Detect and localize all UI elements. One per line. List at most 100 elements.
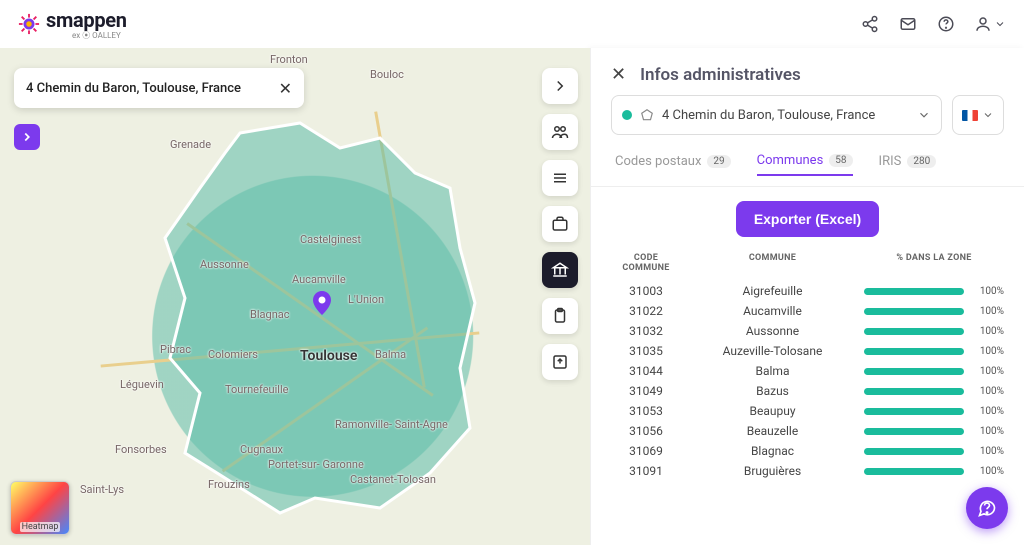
tab-count-badge: 58: [829, 154, 852, 167]
cell-code: 31003: [611, 284, 681, 298]
address-selector[interactable]: 4 Chemin du Baron, Toulouse, France: [611, 95, 942, 135]
map-pane[interactable]: FrontonBoulocGrenadeCastelginestAussonne…: [0, 48, 590, 545]
map-tool-bars-icon[interactable]: [542, 160, 578, 196]
panel-header: ✕ Infos administratives: [591, 48, 1024, 95]
map-tool-bank-icon[interactable]: [542, 252, 578, 288]
map-city-label: Blagnac: [250, 308, 290, 321]
header-actions: [860, 14, 1006, 34]
map-city-label: Saint-Lys: [80, 483, 124, 496]
help-icon[interactable]: [936, 14, 956, 34]
table-row: 31049Bazus 100%: [591, 381, 1024, 401]
cell-code: 31053: [611, 404, 681, 418]
pct-bar: [864, 448, 964, 455]
map-city-label: Bouloc: [370, 68, 404, 81]
map-city-label: Tournefeuille: [225, 383, 288, 396]
cell-commune: Beaupuy: [681, 404, 864, 418]
cell-pct: 100%: [864, 446, 1004, 457]
table-row: 31022Aucamville100%: [591, 301, 1024, 321]
chevron-down-icon: [982, 109, 994, 121]
map-toolbar: [542, 68, 578, 380]
cell-pct: 100%: [864, 286, 1004, 297]
table-row: 31032Aussonne100%: [591, 321, 1024, 341]
bars-icon: [551, 169, 569, 187]
tab-communes[interactable]: Communes58: [757, 153, 853, 176]
map-tool-clipboard-icon[interactable]: [542, 298, 578, 334]
cell-commune: Blagnac: [681, 444, 864, 458]
cell-code: 31032: [611, 324, 681, 338]
pct-value: 100%: [972, 466, 1004, 477]
pct-bar: [864, 288, 964, 295]
cell-commune: Aigrefeuille: [681, 284, 864, 298]
map-city-label: Aussonne: [200, 258, 249, 271]
cell-pct: 100%: [864, 386, 1004, 397]
share-icon[interactable]: [860, 14, 880, 34]
map-city-label: Cugnaux: [240, 443, 283, 456]
bank-icon: [551, 261, 569, 279]
map-search-box[interactable]: 4 Chemin du Baron, Toulouse, France ✕: [14, 68, 304, 108]
map-city-label: Colomiers: [208, 348, 258, 361]
cell-pct: 100%: [864, 466, 1004, 477]
pct-value: 100%: [972, 286, 1004, 297]
map-city-label: Castanet-Tolosan: [350, 473, 436, 486]
cell-code: 31022: [611, 304, 681, 318]
mail-icon[interactable]: [898, 14, 918, 34]
export-excel-button[interactable]: Exporter (Excel): [736, 201, 879, 237]
tab-count-badge: 29: [707, 155, 730, 168]
app-header: smappen ex ⦿ OALLEY: [0, 0, 1024, 48]
pct-value: 100%: [972, 366, 1004, 377]
map-city-label: Pibrac: [160, 343, 191, 356]
cell-commune: Beauzelle: [681, 424, 864, 438]
tab-codes-postaux[interactable]: Codes postaux29: [615, 153, 731, 176]
chevron-right-icon: [551, 77, 569, 95]
tab-iris[interactable]: IRIS280: [879, 153, 937, 176]
pct-bar: [864, 348, 964, 355]
brand-subtitle: ex ⦿ OALLEY: [72, 30, 127, 41]
map-city-label: Fronton: [270, 53, 308, 66]
map-pin-icon: [310, 288, 334, 312]
pct-bar: [864, 468, 964, 475]
map-tool-briefcase-icon[interactable]: [542, 206, 578, 242]
pct-value: 100%: [972, 446, 1004, 457]
expand-panel-button[interactable]: [14, 124, 40, 150]
panel-tabs: Codes postaux29 Communes58 IRIS280: [591, 147, 1024, 187]
col-code-header: CODE COMMUNE: [611, 253, 681, 273]
briefcase-icon: [551, 215, 569, 233]
pct-value: 100%: [972, 406, 1004, 417]
cell-commune: Aussonne: [681, 324, 864, 338]
heatmap-toggle[interactable]: Heatmap: [10, 481, 70, 535]
search-value: 4 Chemin du Baron, Toulouse, France: [26, 81, 279, 96]
pct-bar: [864, 308, 964, 315]
table-body: 31003Aigrefeuille 100% 31022Aucamville100%…: [591, 281, 1024, 481]
cell-pct: 100%: [864, 346, 1004, 357]
close-icon[interactable]: ✕: [611, 64, 626, 85]
clear-search-icon[interactable]: ✕: [279, 79, 292, 98]
table-row: 31091Bruguières100%: [591, 461, 1024, 481]
map-city-label: Ramonville- Saint-Agne: [335, 418, 448, 431]
table-header: CODE COMMUNE COMMUNE % DANS LA ZONE: [591, 249, 1024, 281]
map-city-label: Frouzins: [208, 478, 250, 491]
help-fab-button[interactable]: [966, 487, 1008, 529]
pct-value: 100%: [972, 346, 1004, 357]
cell-code: 31049: [611, 384, 681, 398]
user-menu[interactable]: [974, 15, 1006, 33]
table-row: 31053Beaupuy 100%: [591, 401, 1024, 421]
map-city-label: Portet-sur- Garonne: [268, 458, 364, 471]
brand-name: smappen: [46, 8, 127, 32]
map-tool-chevron-right-icon[interactable]: [542, 68, 578, 104]
table-row: 31069Blagnac100%: [591, 441, 1024, 461]
table-row: 31035Auzeville-Tolosane100%: [591, 341, 1024, 361]
clipboard-icon: [551, 307, 569, 325]
map-tool-people-icon[interactable]: [542, 114, 578, 150]
map-city-label: Aucamville: [292, 273, 346, 286]
chevron-down-icon: [917, 108, 931, 122]
pct-value: 100%: [972, 386, 1004, 397]
heatmap-label: Heatmap: [20, 522, 61, 532]
col-pct-header: % DANS LA ZONE: [864, 253, 1004, 273]
table-row: 31044Balma100%: [591, 361, 1024, 381]
pct-bar: [864, 428, 964, 435]
pct-bar: [864, 388, 964, 395]
country-selector[interactable]: [952, 95, 1004, 135]
cell-commune: Bazus: [681, 384, 864, 398]
map-tool-export-icon[interactable]: [542, 344, 578, 380]
address-value: 4 Chemin du Baron, Toulouse, France: [662, 108, 909, 123]
